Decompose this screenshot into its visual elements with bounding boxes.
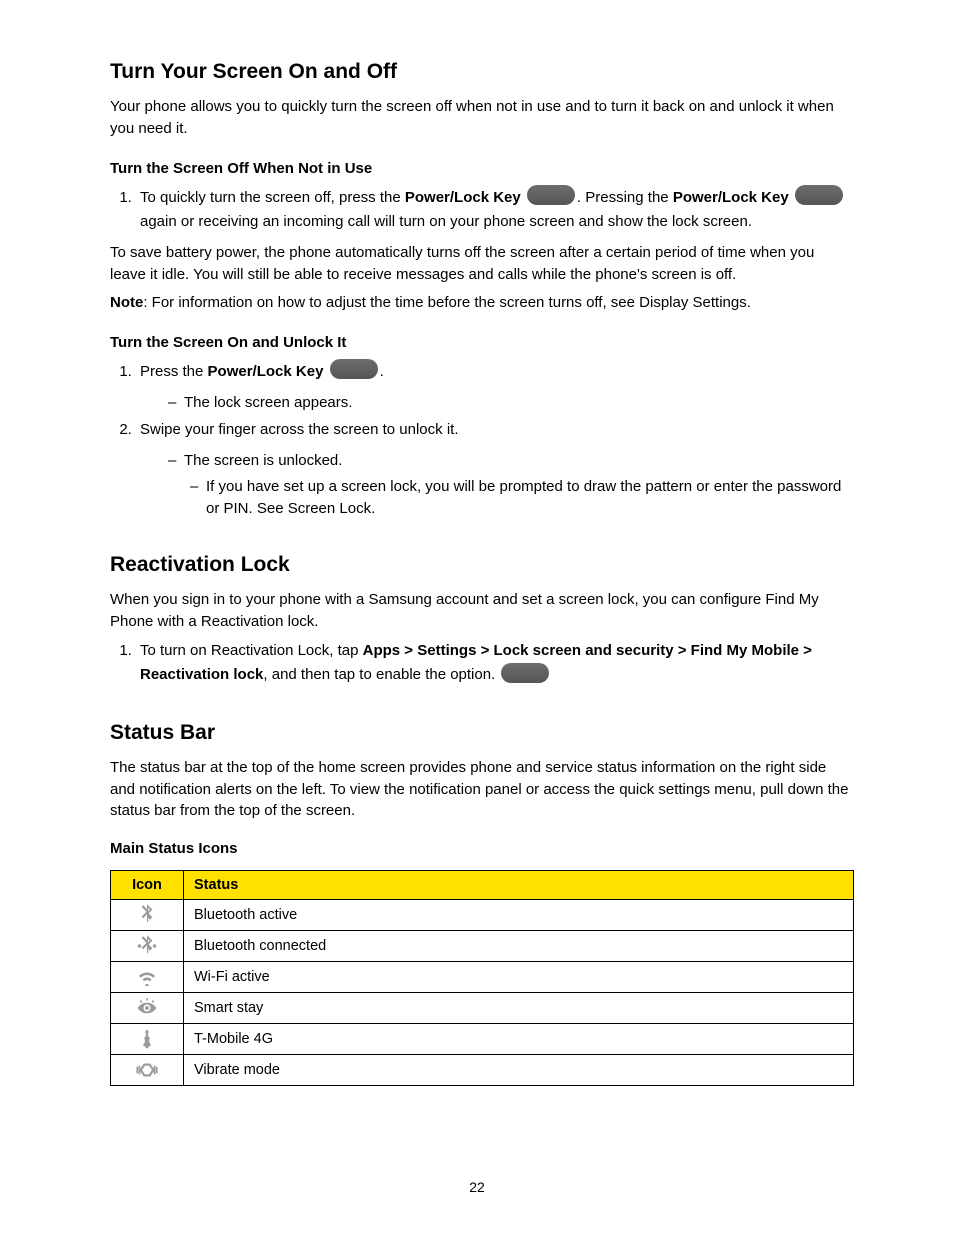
intro-reactivation: When you sign in to your phone with a Sa… — [110, 589, 854, 633]
step-screen-off-1: To quickly turn the screen off, press th… — [136, 185, 854, 234]
table-row: T-Mobile 4G — [111, 1023, 854, 1054]
cell-status: T-Mobile 4G — [184, 1023, 854, 1054]
steps-screen-off: To quickly turn the screen off, press th… — [110, 185, 854, 234]
heading-reactivation: Reactivation Lock — [110, 553, 854, 577]
section-sleep: Turn Your Screen On and Off Your phone a… — [110, 60, 854, 519]
table-row: Smart stay — [111, 992, 854, 1023]
heading-statusbar: Status Bar — [110, 721, 854, 745]
cell-status: Wi-Fi active — [184, 961, 854, 992]
steps-reactivation: To turn on Reactivation Lock, tap Apps >… — [110, 639, 854, 687]
para-idle: To save battery power, the phone automat… — [110, 242, 854, 286]
page-number: 22 — [0, 1179, 954, 1195]
subheading-main-icons: Main Status Icons — [110, 838, 854, 860]
step-screen-on-1-result: The lock screen appears. — [168, 392, 854, 414]
note-display-settings: Note: For information on how to adjust t… — [110, 292, 854, 314]
steps-screen-on: Press the Power/Lock Key . The lock scre… — [110, 359, 854, 519]
step-screen-on-1: Press the Power/Lock Key . The lock scre… — [136, 359, 854, 414]
intro-sleep: Your phone allows you to quickly turn th… — [110, 96, 854, 140]
step-screen-on-2: Swipe your finger across the screen to u… — [136, 418, 854, 519]
section-statusbar: Status Bar The status bar at the top of … — [110, 721, 854, 1086]
subheading-screen-on: Turn the Screen On and Unlock It — [110, 332, 854, 354]
wifi-icon — [111, 961, 184, 992]
cell-status: Vibrate mode — [184, 1054, 854, 1085]
toggle-key-icon — [501, 663, 549, 683]
cell-status: Bluetooth connected — [184, 930, 854, 961]
step-screen-on-2-sub: If you have set up a screen lock, you wi… — [190, 476, 854, 520]
th-icon: Icon — [111, 870, 184, 899]
step-reactivation-1: To turn on Reactivation Lock, tap Apps >… — [136, 639, 854, 687]
table-row: Vibrate mode — [111, 1054, 854, 1085]
intro-statusbar: The status bar at the top of the home sc… — [110, 757, 854, 822]
th-status: Status — [184, 870, 854, 899]
section-reactivation: Reactivation Lock When you sign in to yo… — [110, 553, 854, 687]
smart-stay-icon — [111, 992, 184, 1023]
table-row: Bluetooth active — [111, 899, 854, 930]
table-row: Bluetooth connected — [111, 930, 854, 961]
power-key-icon — [330, 359, 378, 379]
cell-status: Smart stay — [184, 992, 854, 1023]
tmobile-4g-icon — [111, 1023, 184, 1054]
subheading-screen-off: Turn the Screen Off When Not in Use — [110, 158, 854, 180]
bluetooth-connected-icon — [111, 930, 184, 961]
status-icons-table: Icon Status Bluetooth active Bluetooth c… — [110, 870, 854, 1086]
power-key-icon — [527, 185, 575, 205]
power-key-icon — [795, 185, 843, 205]
bluetooth-icon — [111, 899, 184, 930]
step-screen-on-2-result: The screen is unlocked. — [168, 450, 854, 472]
heading-sleep: Turn Your Screen On and Off — [110, 60, 854, 84]
cell-status: Bluetooth active — [184, 899, 854, 930]
table-row: Wi-Fi active — [111, 961, 854, 992]
vibrate-icon — [111, 1054, 184, 1085]
